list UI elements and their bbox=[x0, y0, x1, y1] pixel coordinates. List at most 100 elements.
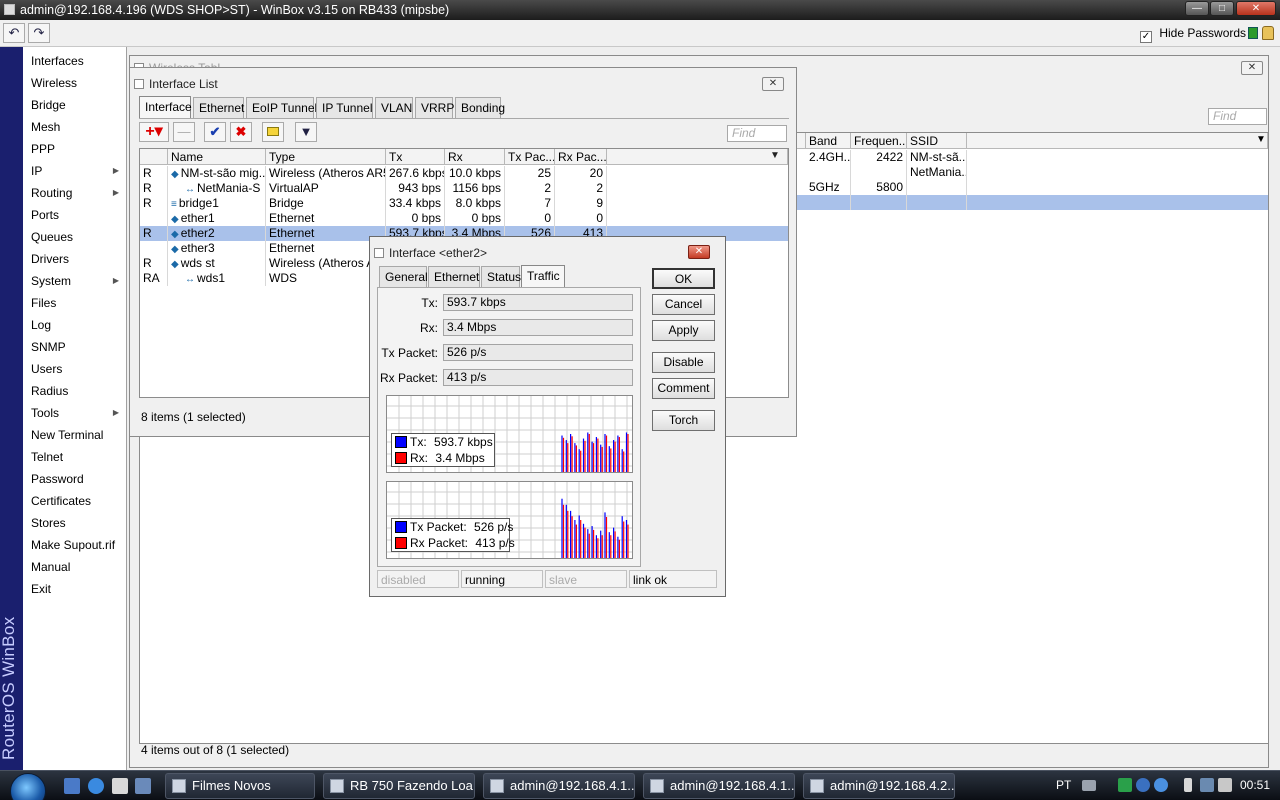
menu-item-label: Log bbox=[31, 318, 52, 332]
table-row[interactable]: R◆NM-st-são mig...Wireless (Atheros AR5.… bbox=[140, 166, 788, 181]
menu-item-make-supout-rif[interactable]: Make Supout.rif bbox=[23, 534, 127, 556]
column-header[interactable]: Band bbox=[806, 133, 851, 149]
filter-button[interactable]: ▼ bbox=[295, 122, 317, 142]
menu-item-log[interactable]: Log bbox=[23, 314, 127, 336]
table-row[interactable]: ◆ ether1 Ethernet 0 bps 0 bps 0 0 bbox=[140, 211, 788, 226]
menu-item-certificates[interactable]: Certificates bbox=[23, 490, 127, 512]
menu-item-ports[interactable]: Ports bbox=[23, 204, 127, 226]
comment-button[interactable]: Comment bbox=[652, 378, 715, 399]
column-header[interactable]: Tx bbox=[386, 149, 445, 165]
tab-status[interactable]: Status bbox=[481, 266, 521, 287]
column-header[interactable]: Name bbox=[168, 149, 266, 165]
menu-item-stores[interactable]: Stores bbox=[23, 512, 127, 534]
hide-passwords-checkbox[interactable]: ✓ bbox=[1140, 31, 1152, 43]
column-menu-icon[interactable]: ▼ bbox=[770, 150, 780, 161]
clock: 00:51 bbox=[1240, 778, 1271, 792]
redo-button[interactable]: ↷ bbox=[28, 23, 50, 43]
torch-button[interactable]: Torch bbox=[652, 410, 715, 431]
start-button[interactable] bbox=[10, 773, 46, 800]
menu-item-snmp[interactable]: SNMP bbox=[23, 336, 127, 358]
menu-item-drivers[interactable]: Drivers bbox=[23, 248, 127, 270]
menu-item-routing[interactable]: Routing ▶ bbox=[23, 182, 127, 204]
skype-icon[interactable] bbox=[1154, 778, 1168, 792]
interface-list-close-button[interactable]: ✕ bbox=[762, 77, 784, 91]
language-indicator[interactable]: PT bbox=[1056, 778, 1071, 792]
menu-item-files[interactable]: Files bbox=[23, 292, 127, 314]
hide-passwords-toggle[interactable]: ✓ Hide Passwords bbox=[1140, 26, 1246, 43]
wireless-tables-close-button[interactable]: ✕ bbox=[1241, 61, 1263, 75]
interface-dialog-close-button[interactable]: ✕ bbox=[688, 245, 710, 259]
menu-item-tools[interactable]: Tools ▶ bbox=[23, 402, 127, 424]
wireless-find-input[interactable]: Find bbox=[1208, 108, 1267, 125]
tab-ethernet[interactable]: Ethernet bbox=[193, 97, 244, 118]
add-button[interactable]: +▾ bbox=[139, 122, 169, 142]
maximize-button[interactable]: □ bbox=[1210, 1, 1234, 16]
menu-item-new-terminal[interactable]: New Terminal bbox=[23, 424, 127, 446]
interface-find-input[interactable]: Find bbox=[727, 125, 787, 142]
menu-item-bridge[interactable]: Bridge bbox=[23, 94, 127, 116]
volume-icon[interactable] bbox=[1218, 778, 1232, 792]
cancel-button[interactable]: Cancel bbox=[652, 294, 715, 315]
network-icon[interactable] bbox=[1200, 778, 1214, 792]
remove-button[interactable]: — bbox=[173, 122, 195, 142]
tab-bonding[interactable]: Bonding bbox=[455, 97, 505, 118]
tab-general[interactable]: General bbox=[379, 266, 428, 287]
menu-item-manual[interactable]: Manual bbox=[23, 556, 127, 578]
menu-item-system[interactable]: System ▶ bbox=[23, 270, 127, 292]
battery-icon[interactable] bbox=[1184, 778, 1192, 792]
menu-item-password[interactable]: Password bbox=[23, 468, 127, 490]
window-menu-icon[interactable] bbox=[4, 4, 15, 15]
interface-list-titlebar[interactable]: Interface List bbox=[130, 72, 796, 96]
keyboard-icon[interactable] bbox=[1082, 780, 1096, 791]
disable-button[interactable]: Disable bbox=[652, 352, 715, 373]
undo-button[interactable]: ↶ bbox=[3, 23, 25, 43]
ok-button[interactable]: OK bbox=[652, 268, 715, 289]
comment-button[interactable] bbox=[262, 122, 284, 142]
taskbar-item[interactable]: admin@192.168.4.2... bbox=[803, 773, 955, 799]
menu-item-users[interactable]: Users bbox=[23, 358, 127, 380]
menu-item-telnet[interactable]: Telnet bbox=[23, 446, 127, 468]
menu-item-queues[interactable]: Queues bbox=[23, 226, 127, 248]
interface-dialog-titlebar[interactable]: Interface <ether2> bbox=[370, 241, 725, 265]
taskbar-item[interactable]: Filmes Novos bbox=[165, 773, 315, 799]
tray-app-icon[interactable] bbox=[1118, 778, 1132, 792]
disable-button[interactable]: ✖ bbox=[230, 122, 252, 142]
taskbar-item[interactable]: admin@192.168.4.1... bbox=[483, 773, 635, 799]
menu-item-exit[interactable]: Exit bbox=[23, 578, 127, 600]
column-header[interactable]: Type bbox=[266, 149, 386, 165]
apply-button[interactable]: Apply bbox=[652, 320, 715, 341]
taskbar-item[interactable]: admin@192.168.4.1... bbox=[643, 773, 795, 799]
column-header[interactable] bbox=[140, 149, 168, 165]
column-header[interactable]: Rx bbox=[445, 149, 505, 165]
enable-button[interactable]: ✔ bbox=[204, 122, 226, 142]
menu-item-mesh[interactable]: Mesh bbox=[23, 116, 127, 138]
menu-item-ip[interactable]: IP ▶ bbox=[23, 160, 127, 182]
tab-interface[interactable]: Interface bbox=[139, 96, 192, 118]
table-row[interactable]: R ↔ NetMania-S VirtualAP 943 bps 1156 bps 2 2 bbox=[140, 181, 788, 196]
window-switch-icon[interactable] bbox=[112, 778, 128, 794]
tab-eoip-tunnel[interactable]: EoIP Tunnel bbox=[246, 97, 317, 118]
show-desktop-icon[interactable] bbox=[64, 778, 80, 794]
tab-vlan[interactable]: VLAN bbox=[375, 97, 413, 118]
taskbar-item[interactable]: RB 750 Fazendo Loa... bbox=[323, 773, 475, 799]
column-menu-icon[interactable]: ▼ bbox=[1256, 134, 1266, 145]
menu-item-wireless[interactable]: Wireless bbox=[23, 72, 127, 94]
tab-vrrp[interactable]: VRRP bbox=[415, 97, 454, 118]
column-header[interactable]: SSID bbox=[907, 133, 967, 149]
media-icon[interactable] bbox=[135, 778, 151, 794]
info-icon[interactable] bbox=[1136, 778, 1150, 792]
tab-traffic[interactable]: Traffic bbox=[521, 265, 565, 287]
menu-item-interfaces[interactable]: Interfaces bbox=[23, 50, 127, 72]
menu-item-label: Make Supout.rif bbox=[31, 538, 116, 552]
menu-item-ppp[interactable]: PPP bbox=[23, 138, 127, 160]
menu-item-radius[interactable]: Radius bbox=[23, 380, 127, 402]
column-header[interactable]: Frequen... bbox=[851, 133, 907, 149]
column-header[interactable]: Rx Pac... bbox=[555, 149, 607, 165]
table-row[interactable]: R ≡ bridge1 Bridge 33.4 kbps 8.0 kbps 7 9 bbox=[140, 196, 788, 211]
close-button[interactable]: ✕ bbox=[1236, 1, 1276, 16]
column-header[interactable]: Tx Pac... bbox=[505, 149, 555, 165]
internet-explorer-icon[interactable] bbox=[88, 778, 104, 794]
tab-ethernet[interactable]: Ethernet bbox=[428, 266, 480, 287]
tab-ip-tunnel[interactable]: IP Tunnel bbox=[316, 97, 373, 118]
minimize-button[interactable]: — bbox=[1185, 1, 1209, 16]
